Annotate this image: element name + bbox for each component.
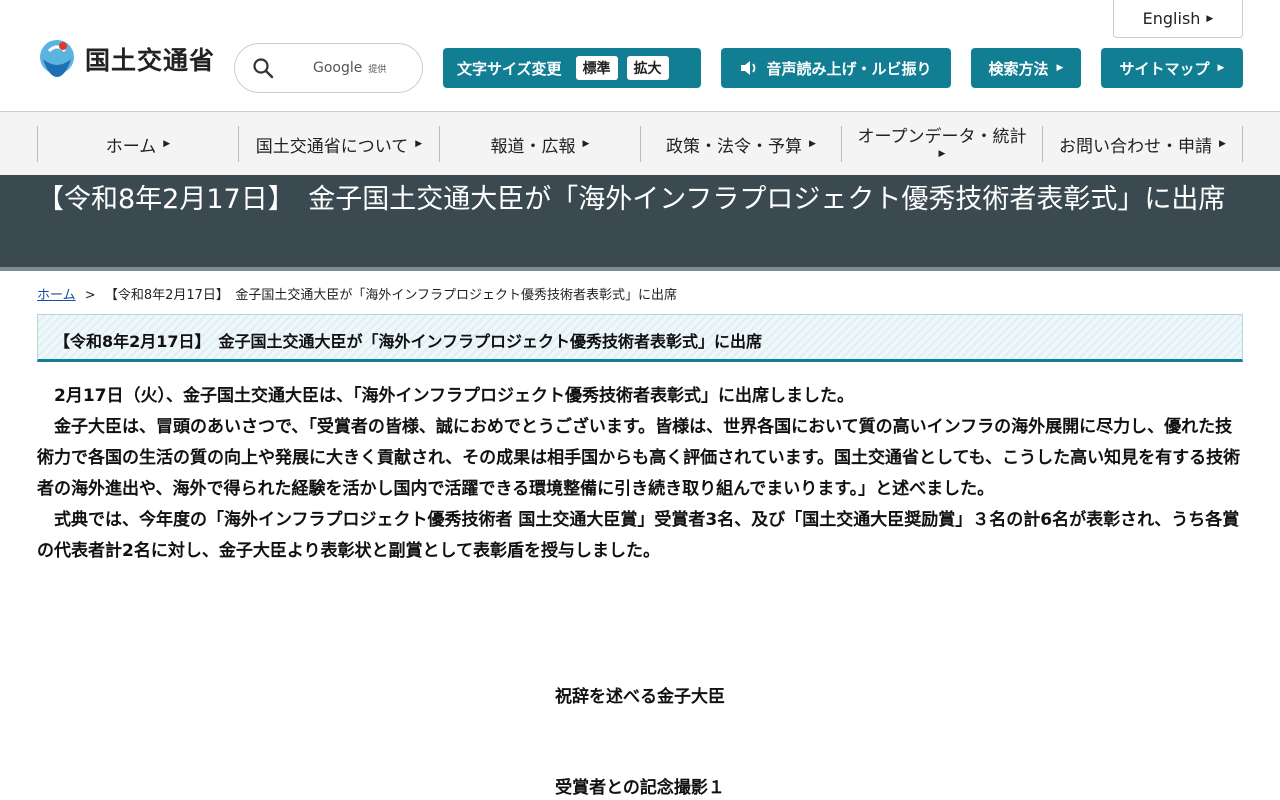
breadcrumb: ホーム > 【令和8年2月17日】 金子国土交通大臣が「海外インフラプロジェクト… (37, 284, 677, 303)
nav-item-opendata[interactable]: オープンデータ・統計 ▶ (841, 126, 1042, 162)
nav-item-label: ホーム (105, 136, 157, 157)
english-link[interactable]: English ▶ (1113, 0, 1243, 38)
voice-reading-button[interactable]: 音声読み上げ・ルビ振り (721, 48, 951, 88)
nav-item-policy[interactable]: 政策・法令・予算 ▶ (640, 126, 841, 162)
arrow-right-icon: ▶ (1206, 13, 1214, 24)
global-nav: ホーム ▶ 国土交通省について ▶ 報道・広報 ▶ 政策・法令・予算 ▶ オープ… (0, 112, 1280, 175)
nav-item-label: オープンデータ・統計 (857, 126, 1027, 147)
site-header: 国土交通省 Google 提供 English ▶ 文字サイズ変更 標準 拡大 … (0, 0, 1280, 112)
section-heading: 【令和8年2月17日】 金子国土交通大臣が「海外インフラプロジェクト優秀技術者表… (54, 332, 763, 351)
article-paragraph: 式典では、今年度の「海外インフラプロジェクト優秀技術者 国土交通大臣賞」受賞者3… (37, 510, 1240, 561)
article-paragraph: 金子大臣は、冒頭のあいさつで、「受賞者の皆様、誠におめでとうございます。皆様は、… (37, 417, 1241, 499)
nav-item-press[interactable]: 報道・広報 ▶ (439, 126, 640, 162)
nav-item-home[interactable]: ホーム ▶ (37, 126, 238, 162)
arrow-right-icon: ▶ (582, 139, 590, 149)
logo-text: 国土交通省 (85, 46, 216, 75)
nav-item-label: 国土交通省について (255, 136, 409, 157)
search-method-label: 検索方法 (988, 59, 1049, 78)
text-size-control: 文字サイズ変更 標準 拡大 (443, 48, 701, 88)
breadcrumb-current: 【令和8年2月17日】 金子国土交通大臣が「海外インフラプロジェクト優秀技術者表… (104, 288, 678, 303)
sitemap-label: サイトマップ (1119, 59, 1210, 78)
arrow-right-icon: ▶ (1219, 139, 1226, 149)
nav-item-label: お問い合わせ・申請 (1059, 136, 1213, 157)
text-size-standard-button[interactable]: 標準 (575, 56, 618, 80)
nav-item-label: 政策・法令・予算 (666, 136, 803, 157)
text-size-label: 文字サイズ変更 (457, 59, 562, 78)
search-provider: Google (313, 60, 363, 76)
breadcrumb-home-link[interactable]: ホーム (37, 288, 76, 303)
sitemap-button[interactable]: サイトマップ ▶ (1101, 48, 1243, 88)
arrow-right-icon: ▶ (163, 139, 171, 149)
search-provider-sub: 提供 (368, 64, 387, 75)
article-body: 2月17日（火）、金子国土交通大臣は、「海外インフラプロジェクト優秀技術者表彰式… (37, 381, 1247, 567)
arrow-right-icon: ▶ (938, 149, 946, 160)
arrow-right-icon: ▶ (809, 139, 816, 149)
arrow-right-icon: ▶ (415, 139, 423, 149)
arrow-right-icon: ▶ (1217, 63, 1225, 73)
mlit-logo-mark-icon (37, 37, 77, 81)
nav-item-about[interactable]: 国土交通省について ▶ (238, 126, 439, 162)
site-search[interactable]: Google 提供 (234, 43, 423, 93)
search-method-button[interactable]: 検索方法 ▶ (971, 48, 1081, 88)
mlit-logo[interactable]: 国土交通省 (37, 37, 215, 81)
arrow-right-icon: ▶ (1056, 63, 1064, 73)
page-title-band: 【令和8年2月17日】 金子国土交通大臣が「海外インフラプロジェクト優秀技術者表… (0, 175, 1280, 271)
photo-caption: 受賞者との記念撮影１ (555, 778, 725, 798)
section-heading-box: 【令和8年2月17日】 金子国土交通大臣が「海外インフラプロジェクト優秀技術者表… (37, 314, 1243, 362)
nav-item-contact[interactable]: お問い合わせ・申請 ▶ (1042, 126, 1243, 162)
photo-caption: 祝辞を述べる金子大臣 (555, 687, 725, 707)
text-size-large-button[interactable]: 拡大 (626, 56, 669, 80)
english-label: English (1142, 9, 1201, 28)
search-icon (253, 58, 274, 79)
breadcrumb-separator: > (84, 288, 96, 303)
page-title: 【令和8年2月17日】 金子国土交通大臣が「海外インフラプロジェクト優秀技術者表… (37, 184, 1226, 215)
nav-item-label: 報道・広報 (490, 136, 576, 157)
article-paragraph: 2月17日（火）、金子国土交通大臣は、「海外インフラプロジェクト優秀技術者表彰式… (54, 386, 854, 406)
voice-reading-label: 音声読み上げ・ルビ振り (766, 59, 932, 78)
speaker-icon (741, 61, 756, 75)
